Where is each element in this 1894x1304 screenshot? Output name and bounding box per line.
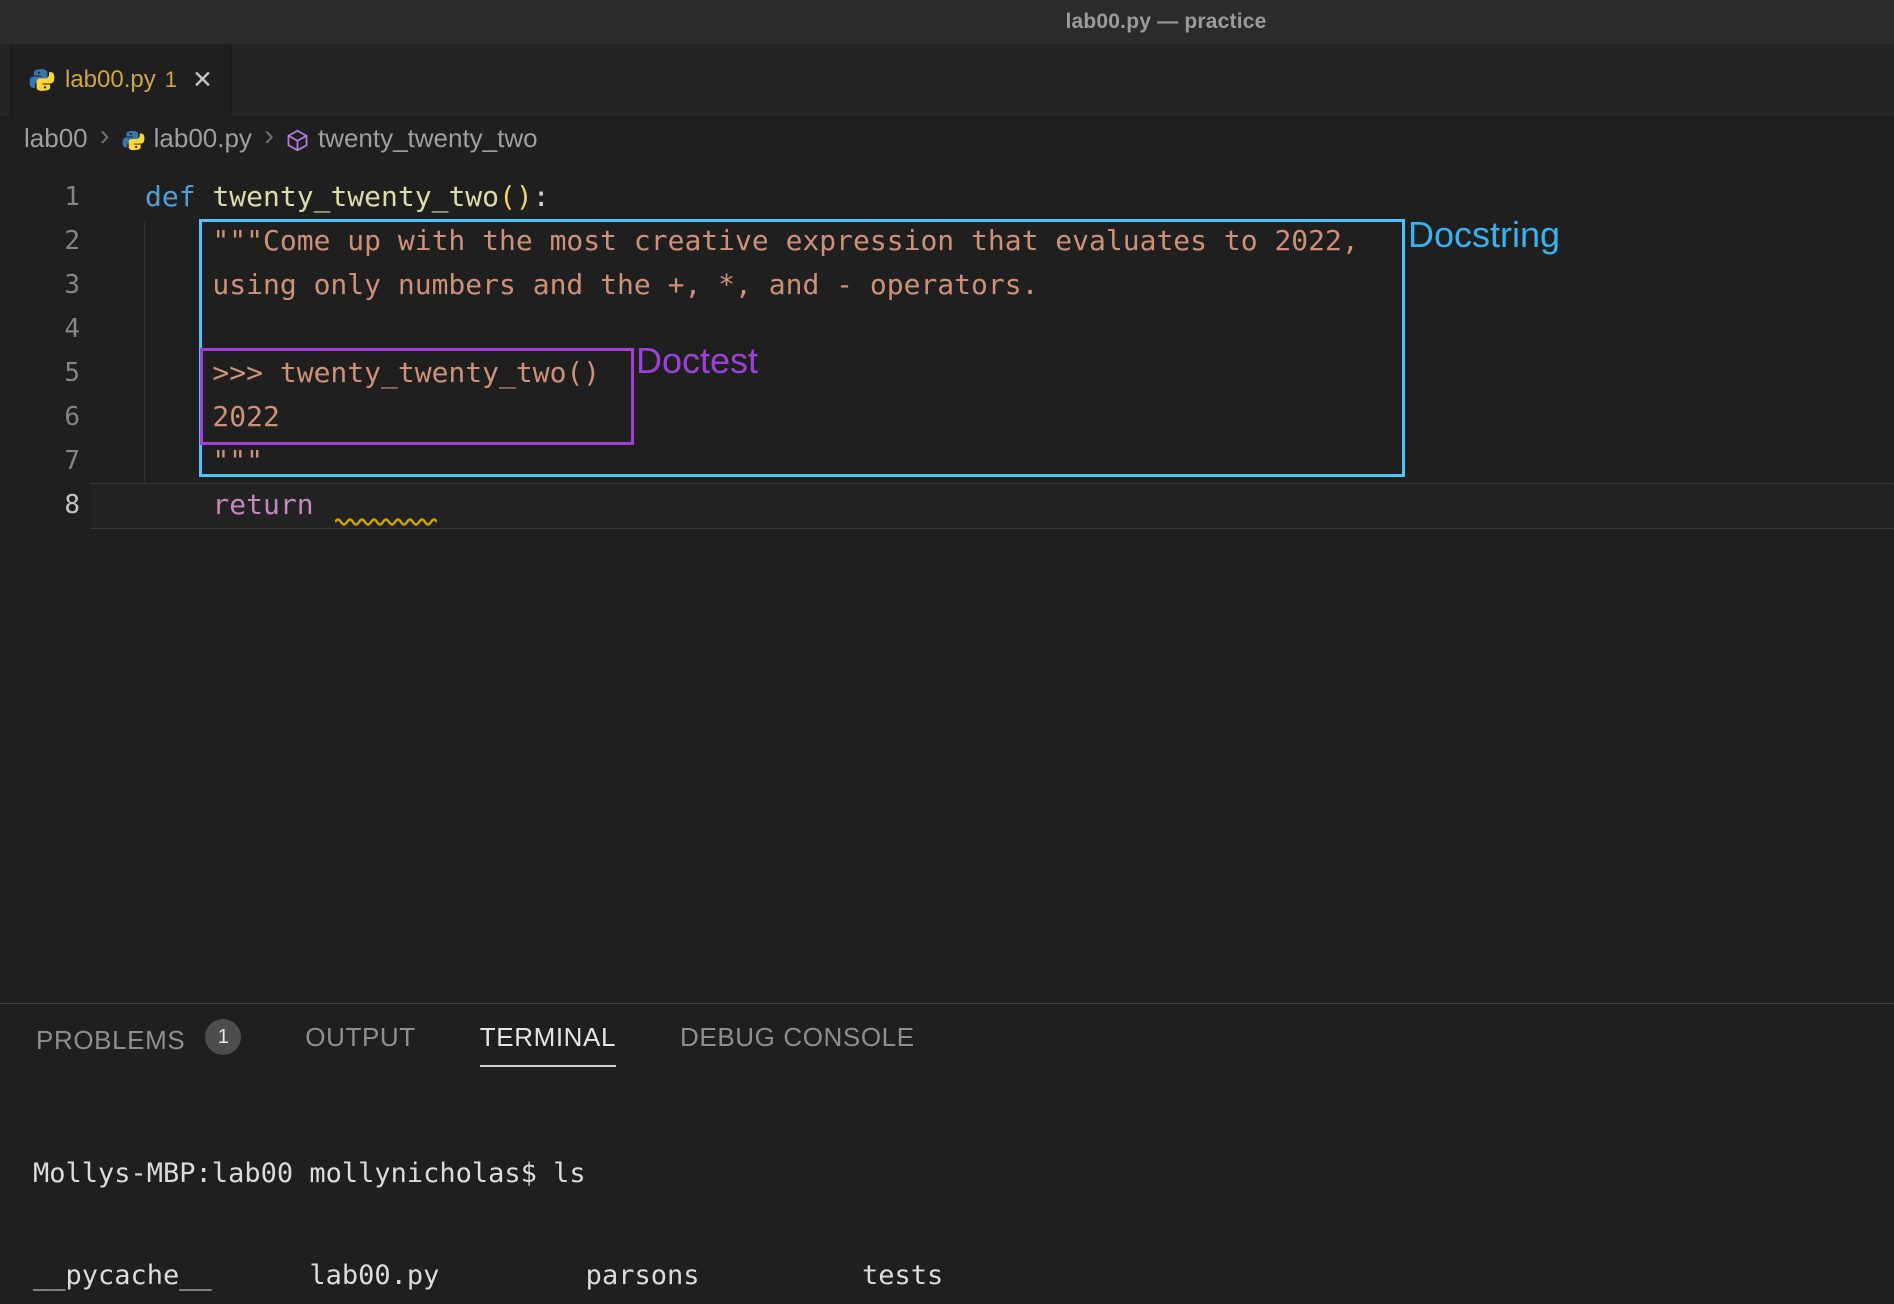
- code-line[interactable]: 1 def twenty_twenty_two():: [0, 175, 1894, 219]
- terminal-line: Mollys-MBP:lab00 mollynicholas$ ls: [33, 1157, 960, 1191]
- code-line[interactable]: 7 """: [0, 439, 1894, 483]
- line-number: 5: [0, 351, 80, 395]
- tab-debug-console-label: DEBUG CONSOLE: [680, 1022, 915, 1053]
- tab-lab00py[interactable]: lab00.py 1 ✕: [10, 44, 232, 116]
- doctest-annotation-label: Doctest: [636, 340, 758, 382]
- code-text: """: [80, 439, 263, 483]
- code-text: 2022: [80, 395, 280, 439]
- python-icon: [29, 67, 55, 93]
- chevron-right-icon: ›: [264, 119, 274, 153]
- python-icon: [122, 129, 145, 152]
- problems-count-badge: 1: [205, 1019, 241, 1055]
- code-text: >>> twenty_twenty_two(): [80, 351, 600, 395]
- tab-problem-count: 1: [165, 67, 177, 93]
- breadcrumb-folder[interactable]: lab00: [24, 123, 88, 154]
- code-text: return: [80, 483, 330, 527]
- tab-debug-console[interactable]: DEBUG CONSOLE: [680, 1022, 915, 1067]
- tab-terminal[interactable]: TERMINAL: [480, 1022, 616, 1067]
- code-line[interactable]: 8 return: [0, 483, 1894, 527]
- code-line[interactable]: 3 using only numbers and the +, *, and -…: [0, 263, 1894, 307]
- breadcrumb-file[interactable]: lab00.py: [154, 123, 252, 154]
- docstring-annotation-label: Docstring: [1408, 214, 1560, 256]
- vscode-window: lab00.py — practice lab00.py 1 ✕ lab00 ›…: [0, 0, 1894, 1304]
- terminal-output[interactable]: Mollys-MBP:lab00 mollynicholas$ ls __pyc…: [33, 1089, 960, 1304]
- chevron-right-icon: ›: [100, 119, 110, 153]
- line-number: 1: [0, 175, 80, 219]
- breadcrumb-symbol[interactable]: twenty_twenty_two: [318, 123, 538, 154]
- window-title: lab00.py — practice: [1065, 10, 1266, 34]
- code-text: [80, 307, 145, 351]
- line-number: 8: [0, 483, 80, 527]
- symbol-icon: [286, 129, 309, 152]
- tab-problems[interactable]: PROBLEMS 1: [36, 1022, 241, 1072]
- window-titlebar[interactable]: lab00.py — practice: [0, 0, 1894, 44]
- code-text: """Come up with the most creative expres…: [80, 219, 1359, 263]
- line-number: 6: [0, 395, 80, 439]
- code-line[interactable]: 5 >>> twenty_twenty_two(): [0, 351, 1894, 395]
- code-text: def twenty_twenty_two():: [80, 175, 550, 219]
- line-number: 7: [0, 439, 80, 483]
- breadcrumb: lab00 › lab00.py › twenty_twenty_two: [0, 116, 1894, 160]
- line-number: 3: [0, 263, 80, 307]
- code-line[interactable]: 2 """Come up with the most creative expr…: [0, 219, 1894, 263]
- close-tab-icon[interactable]: ✕: [192, 68, 213, 93]
- panel-divider[interactable]: [0, 1003, 1894, 1004]
- code-text: using only numbers and the +, *, and - o…: [80, 263, 1038, 307]
- tab-filename: lab00.py: [65, 66, 156, 94]
- code-line[interactable]: 4: [0, 307, 1894, 351]
- terminal-line: __pycache__ lab00.py parsons tests: [33, 1259, 960, 1293]
- line-number: 2: [0, 219, 80, 263]
- editor-tab-bar: lab00.py 1 ✕: [0, 44, 1894, 116]
- code-line[interactable]: 6 2022: [0, 395, 1894, 439]
- tab-problems-label: PROBLEMS: [36, 1025, 185, 1056]
- tab-output-label: OUTPUT: [305, 1022, 415, 1053]
- tab-output[interactable]: OUTPUT: [305, 1022, 415, 1067]
- line-number: 4: [0, 307, 80, 351]
- panel-tab-bar: PROBLEMS 1 OUTPUT TERMINAL DEBUG CONSOLE: [36, 1022, 915, 1072]
- code-editor[interactable]: 1 def twenty_twenty_two(): 2 """Come up …: [0, 175, 1894, 527]
- tab-terminal-label: TERMINAL: [480, 1022, 616, 1053]
